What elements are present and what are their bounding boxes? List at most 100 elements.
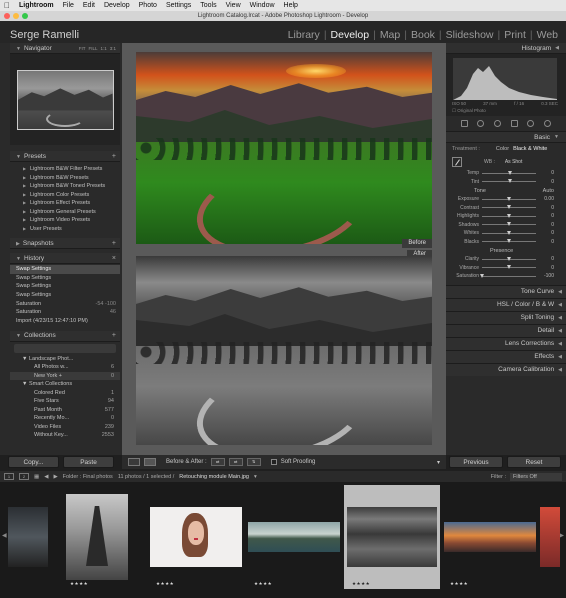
filmstrip-thumb[interactable]: ★★★★ [148, 485, 244, 589]
module-map[interactable]: Map [378, 29, 402, 41]
copy-after-to-before-button[interactable]: ⇄ [228, 458, 243, 466]
preset-folder[interactable]: ▶ Lightroom Video Presets [10, 216, 120, 225]
zoom-fit[interactable]: FIT [79, 46, 86, 51]
menu-photo[interactable]: Photo [139, 2, 157, 9]
filmstrip-source[interactable]: Folder : Final photos [63, 474, 113, 480]
toolbar-menu-icon[interactable]: ▾ [437, 459, 440, 466]
before-image[interactable] [136, 52, 432, 244]
slider-exposure[interactable]: Exposure 0.00 [446, 195, 566, 204]
preset-folder[interactable]: ▶ Lightroom General Presets [10, 208, 120, 217]
red-eye-icon[interactable] [494, 120, 502, 127]
snapshots-header[interactable]: ▶ Snapshots + [10, 238, 120, 249]
collection[interactable]: New York +0 [10, 371, 120, 381]
minimize-window-button[interactable] [13, 13, 19, 19]
eyedropper-icon[interactable] [452, 157, 462, 167]
preset-folder[interactable]: ▶ Lightroom B&W Presets [10, 174, 120, 183]
before-after-view-icon[interactable] [144, 458, 156, 466]
collections-filter-field[interactable] [14, 343, 116, 353]
collection-set[interactable]: ▼ Landscape Phot... [10, 355, 120, 364]
menu-window[interactable]: Window [250, 2, 275, 9]
filmstrip-thumb[interactable] [540, 485, 560, 589]
forward-icon[interactable]: ▶ [53, 474, 57, 480]
collections-header[interactable]: ▼ Collections + [10, 330, 120, 342]
after-image[interactable] [136, 256, 432, 445]
smart-collection[interactable]: Five Stars 94 [10, 397, 120, 406]
zoom-window-button[interactable] [22, 13, 28, 19]
history-step[interactable]: Swap Settings [10, 291, 120, 300]
navigator-preview[interactable] [10, 54, 120, 145]
spot-removal-icon[interactable] [477, 120, 485, 127]
filmstrip-thumb[interactable]: ★★★★ [246, 485, 342, 589]
navigator-thumbnail[interactable] [16, 69, 114, 130]
reset-button[interactable]: Reset [507, 456, 561, 468]
tint-slider[interactable]: Tint 0 [446, 178, 566, 187]
filmstrip-thumb[interactable]: ★★★★ [442, 485, 538, 589]
copy-settings-button[interactable]: Copy... [8, 456, 59, 468]
history-step[interactable]: Saturation 46 [10, 308, 120, 317]
smart-collection[interactable]: Without Key... 2553 [10, 431, 120, 440]
main-window-button[interactable]: 1 [4, 473, 14, 480]
menu-file[interactable]: File [63, 2, 74, 9]
history-step[interactable]: Saturation -54 -100 [10, 300, 120, 309]
menu-help[interactable]: Help [284, 2, 298, 9]
detail-panel[interactable]: Detail ◀ [446, 323, 566, 337]
smart-collection[interactable]: Past Month 577 [10, 406, 120, 415]
slider-clarity[interactable]: Clarity 0 [446, 255, 566, 264]
add-snapshot-icon[interactable]: + [112, 240, 116, 247]
copy-before-to-after-button[interactable]: ⇄ [210, 458, 225, 466]
slider-whites[interactable]: Whites 0 [446, 229, 566, 238]
scroll-right-icon[interactable]: ▶ [559, 532, 564, 539]
zoom-3-1[interactable]: 3:1 [110, 46, 116, 51]
presets-header[interactable]: ▼ Presets + [10, 151, 120, 162]
treatment-color-button[interactable]: Color [496, 146, 509, 152]
slider-highlights[interactable]: Highlights 0 [446, 212, 566, 221]
preset-folder[interactable]: ▶ Lightroom Color Presets [10, 191, 120, 200]
swap-before-after-button[interactable]: ⇅ [246, 458, 261, 466]
smart-collection[interactable]: Recently Mo... 0 [10, 414, 120, 423]
zoom-fill[interactable]: FILL [88, 46, 97, 51]
histogram[interactable]: ISO 50 37 mm f / 16 0.3 SEC ☐ Original P… [446, 54, 566, 116]
filmstrip-thumb[interactable]: ★★★★ [62, 485, 132, 589]
paste-settings-button[interactable]: Paste [63, 456, 114, 468]
module-print[interactable]: Print [502, 29, 528, 41]
slider-shadows[interactable]: Shadows 0 [446, 221, 566, 230]
auto-tone-button[interactable]: Auto [543, 188, 554, 194]
preset-folder[interactable]: ▶ User Presets [10, 225, 120, 234]
filmstrip-thumb[interactable] [8, 485, 48, 589]
lens-corrections-panel[interactable]: Lens Corrections ◀ [446, 336, 566, 350]
soft-proofing-checkbox[interactable] [270, 459, 277, 465]
histogram-header[interactable]: Histogram ◀ [446, 43, 566, 54]
slider-contrast[interactable]: Contrast 0 [446, 204, 566, 213]
apple-icon[interactable]:  [4, 1, 10, 10]
clear-history-icon[interactable]: × [112, 255, 116, 262]
smart-collection[interactable]: Colored Red 1 [10, 389, 120, 398]
preset-folder[interactable]: ▶ Lightroom B&W Filter Presets [10, 165, 120, 174]
back-icon[interactable]: ◀ [44, 474, 48, 480]
camera-calibration-panel[interactable]: Camera Calibration ◀ [446, 362, 566, 376]
loupe-view-icon[interactable] [128, 458, 140, 466]
close-window-button[interactable] [4, 13, 10, 19]
add-collection-icon[interactable]: + [112, 332, 116, 339]
slider-saturation[interactable]: Saturation -100 [446, 272, 566, 281]
tone-curve-panel[interactable]: Tone Curve ◀ [446, 284, 566, 298]
module-web[interactable]: Web [535, 29, 560, 41]
module-book[interactable]: Book [409, 29, 437, 41]
previous-button[interactable]: Previous [449, 456, 503, 468]
menu-app-name[interactable]: Lightroom [19, 2, 54, 9]
module-develop[interactable]: Develop [329, 29, 372, 41]
menu-view[interactable]: View [226, 2, 241, 9]
history-step[interactable]: Swap Settings [10, 282, 120, 291]
secondary-window-button[interactable]: 2 [19, 473, 29, 480]
navigator-header[interactable]: ▼ Navigator FIT FILL 1:1 3:1 [10, 43, 120, 54]
module-slideshow[interactable]: Slideshow [444, 29, 496, 41]
preset-folder[interactable]: ▶ Lightroom B&W Toned Presets [10, 182, 120, 191]
slider-vibrance[interactable]: Vibrance 0 [446, 264, 566, 273]
slider-blacks[interactable]: Blacks 0 [446, 238, 566, 247]
split-toning-panel[interactable]: Split Toning ◀ [446, 310, 566, 324]
smart-collection[interactable]: Video Files 239 [10, 423, 120, 432]
wb-select[interactable]: As Shot [505, 159, 523, 165]
grid-view-icon[interactable]: ▦ [34, 474, 39, 480]
filters-select[interactable]: Filters Off [510, 472, 562, 481]
collection[interactable]: All Photos w... 6 [10, 363, 120, 372]
radial-filter-icon[interactable] [527, 120, 535, 127]
